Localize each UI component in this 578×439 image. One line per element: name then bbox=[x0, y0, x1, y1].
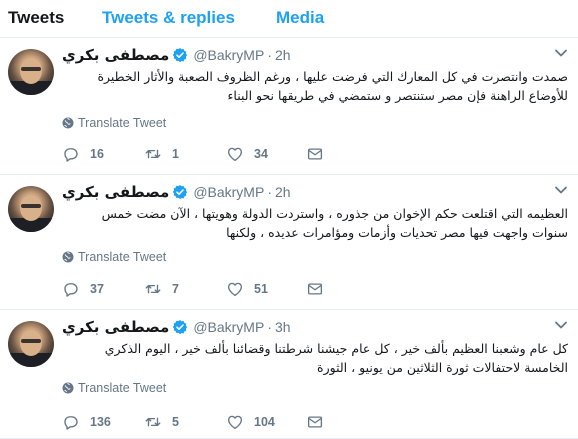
envelope-icon bbox=[307, 283, 323, 295]
like-count: 34 bbox=[254, 147, 268, 161]
like-count: 104 bbox=[254, 415, 275, 429]
reply-count: 37 bbox=[90, 282, 104, 296]
retweet-count: 5 bbox=[172, 415, 179, 429]
direct-message-button[interactable] bbox=[306, 145, 324, 163]
tweet-timestamp[interactable]: 2h bbox=[275, 184, 291, 200]
avatar[interactable] bbox=[8, 186, 54, 232]
globe-icon bbox=[62, 382, 74, 394]
tweet[interactable]: مصطفى بكري @BakryMP · 2h صمدت وانتصرت في… bbox=[0, 39, 578, 175]
tab-tweets[interactable]: Tweets bbox=[8, 8, 64, 28]
author-name[interactable]: مصطفى بكري bbox=[62, 318, 169, 336]
tweet[interactable]: مصطفى بكري @BakryMP · 3h كل عام وشعبنا ا… bbox=[0, 311, 578, 439]
translate-tweet-link[interactable]: Translate Tweet bbox=[62, 116, 166, 130]
direct-message-button[interactable] bbox=[306, 280, 324, 298]
retweet-icon bbox=[145, 417, 161, 427]
retweet-button[interactable]: 1 bbox=[144, 145, 179, 163]
retweet-button[interactable]: 5 bbox=[144, 413, 179, 431]
tweet-header: مصطفى بكري @BakryMP · 2h bbox=[62, 182, 291, 202]
envelope-icon bbox=[307, 416, 323, 428]
reply-icon bbox=[64, 416, 78, 430]
chevron-down-icon[interactable] bbox=[554, 47, 568, 59]
verified-badge-icon bbox=[173, 185, 188, 199]
avatar[interactable] bbox=[8, 49, 54, 95]
tweet-header: مصطفى بكري @BakryMP · 3h bbox=[62, 317, 291, 337]
tab-tweets-and-replies[interactable]: Tweets & replies bbox=[102, 8, 235, 28]
reply-icon bbox=[64, 283, 78, 297]
globe-icon bbox=[62, 117, 74, 129]
tweet-text: صمدت وانتصرت في كل المعارك التي فرضت علي… bbox=[97, 69, 568, 103]
heart-icon bbox=[227, 415, 243, 430]
reply-button[interactable]: 37 bbox=[62, 280, 104, 298]
globe-icon bbox=[62, 251, 74, 263]
tweet-header: مصطفى بكري @BakryMP · 2h bbox=[62, 45, 291, 65]
profile-tabs: Tweets Tweets & replies Media bbox=[0, 0, 578, 38]
translate-tweet-link[interactable]: Translate Tweet bbox=[62, 250, 166, 264]
like-button[interactable]: 104 bbox=[226, 413, 275, 431]
heart-icon bbox=[227, 147, 243, 162]
translate-label: Translate Tweet bbox=[78, 250, 167, 264]
retweet-count: 1 bbox=[172, 147, 179, 161]
separator-dot: · bbox=[267, 184, 272, 200]
translate-label: Translate Tweet bbox=[78, 381, 167, 395]
heart-icon bbox=[227, 282, 243, 297]
reply-button[interactable]: 16 bbox=[62, 145, 104, 163]
like-count: 51 bbox=[254, 282, 268, 296]
direct-message-button[interactable] bbox=[306, 413, 324, 431]
author-name[interactable]: مصطفى بكري bbox=[62, 46, 169, 64]
retweet-icon bbox=[145, 284, 161, 294]
author-handle[interactable]: @BakryMP bbox=[193, 319, 264, 335]
avatar[interactable] bbox=[8, 321, 54, 367]
retweet-icon bbox=[145, 149, 161, 159]
tweet-timestamp[interactable]: 2h bbox=[275, 47, 291, 63]
author-handle[interactable]: @BakryMP bbox=[193, 47, 264, 63]
chevron-down-icon[interactable] bbox=[554, 184, 568, 196]
separator-dot: · bbox=[267, 47, 272, 63]
tweet[interactable]: مصطفى بكري @BakryMP · 2h العظيمه التي اق… bbox=[0, 176, 578, 310]
tweet-timestamp[interactable]: 3h bbox=[275, 319, 291, 335]
tweet-text: كل عام وشعبنا العظيم بألف خير ، كل عام ج… bbox=[104, 341, 568, 375]
retweet-count: 7 bbox=[172, 282, 179, 296]
reply-icon bbox=[64, 148, 78, 162]
verified-badge-icon bbox=[173, 48, 188, 62]
tab-media[interactable]: Media bbox=[276, 8, 324, 28]
separator-dot: · bbox=[267, 319, 272, 335]
verified-badge-icon bbox=[173, 320, 188, 334]
author-name[interactable]: مصطفى بكري bbox=[62, 183, 169, 201]
translate-label: Translate Tweet bbox=[78, 116, 167, 130]
retweet-button[interactable]: 7 bbox=[144, 280, 179, 298]
chevron-down-icon[interactable] bbox=[554, 319, 568, 331]
like-button[interactable]: 51 bbox=[226, 280, 268, 298]
author-handle[interactable]: @BakryMP bbox=[193, 184, 264, 200]
reply-count: 136 bbox=[90, 415, 111, 429]
like-button[interactable]: 34 bbox=[226, 145, 268, 163]
reply-button[interactable]: 136 bbox=[62, 413, 111, 431]
translate-tweet-link[interactable]: Translate Tweet bbox=[62, 381, 166, 395]
reply-count: 16 bbox=[90, 147, 104, 161]
envelope-icon bbox=[307, 148, 323, 160]
tweet-text: العظيمه التي اقتلعت حكم الإخوان من جذوره… bbox=[101, 206, 568, 240]
